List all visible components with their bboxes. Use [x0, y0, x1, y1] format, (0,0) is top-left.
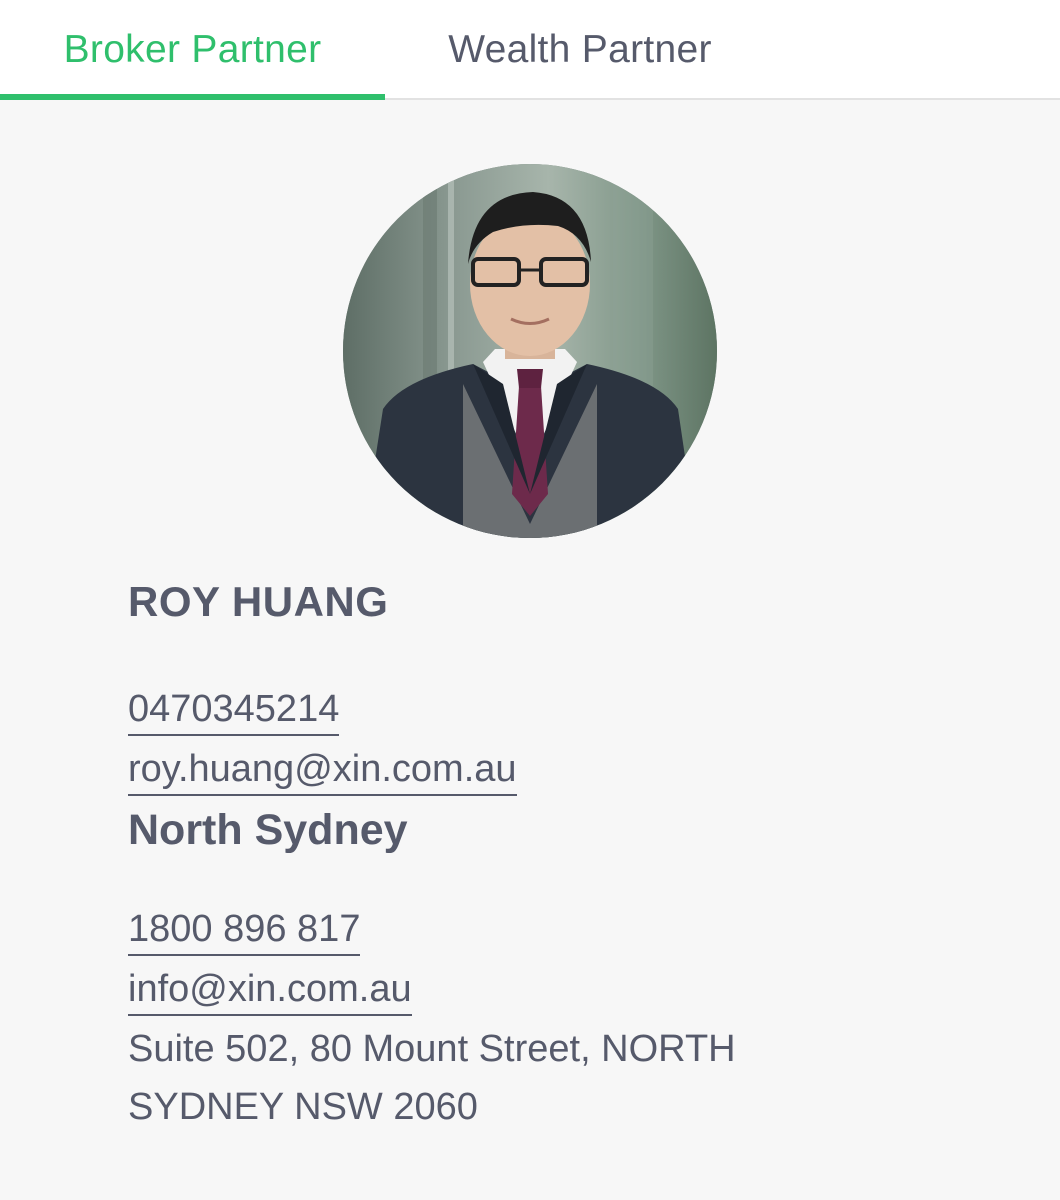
tab-wealth-partner-label: Wealth Partner	[448, 28, 712, 71]
office-phone-link[interactable]: 1800 896 817	[128, 906, 361, 956]
broker-avatar	[343, 164, 717, 538]
broker-portrait-image	[343, 164, 717, 538]
broker-email-link[interactable]: roy.huang@xin.com.au	[128, 746, 517, 796]
broker-name: ROY HUANG	[128, 578, 389, 625]
tab-wealth-partner[interactable]: Wealth Partner	[385, 0, 775, 100]
broker-phone-link[interactable]: 0470345214	[128, 686, 340, 736]
partner-tabs: Broker Partner Wealth Partner	[0, 0, 1060, 100]
active-tab-indicator	[0, 94, 385, 100]
office-email-link[interactable]: info@xin.com.au	[128, 966, 412, 1016]
tab-broker-partner[interactable]: Broker Partner	[0, 0, 385, 100]
office-name: North Sydney	[128, 806, 408, 854]
office-address: Suite 502, 80 Mount Street, NORTH SYDNEY…	[128, 1028, 736, 1128]
tab-broker-partner-label: Broker Partner	[63, 28, 322, 71]
